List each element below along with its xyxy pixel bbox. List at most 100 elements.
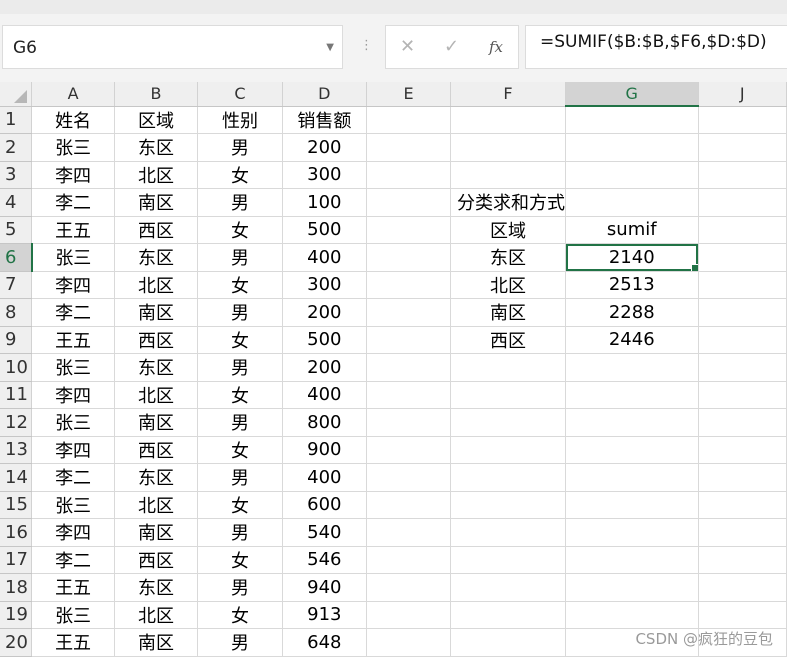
row-header[interactable]: 8 xyxy=(0,298,33,327)
cell-d8[interactable]: 200 xyxy=(282,298,368,327)
row-header[interactable]: 19 xyxy=(0,601,33,629)
cell-f4[interactable]: 分类求和方式 xyxy=(450,188,567,217)
cell-c8[interactable]: 男 xyxy=(197,298,283,327)
cell-b15[interactable]: 北区 xyxy=(114,491,199,519)
cell-c15[interactable]: 女 xyxy=(197,491,283,519)
cell-f20[interactable] xyxy=(450,628,567,657)
cell-d1[interactable]: 销售额 xyxy=(282,106,368,134)
row-header[interactable]: 18 xyxy=(0,573,33,602)
cell-j19[interactable] xyxy=(698,601,787,629)
cell-e6[interactable] xyxy=(366,243,452,272)
cell-e11[interactable] xyxy=(366,381,452,409)
cell-f8[interactable]: 南区 xyxy=(450,298,567,327)
cell-b8[interactable]: 南区 xyxy=(114,298,199,327)
cell-d3[interactable]: 300 xyxy=(282,161,368,189)
cell-g14[interactable] xyxy=(565,463,699,492)
cell-d12[interactable]: 800 xyxy=(282,408,368,437)
cell-b2[interactable]: 东区 xyxy=(114,133,199,162)
column-header-d[interactable]: D xyxy=(282,82,368,107)
cell-e12[interactable] xyxy=(366,408,452,437)
cell-a10[interactable]: 张三 xyxy=(31,353,115,382)
cell-b19[interactable]: 北区 xyxy=(114,601,199,629)
cell-j8[interactable] xyxy=(698,298,787,327)
cell-c10[interactable]: 男 xyxy=(197,353,283,382)
name-box[interactable]: G6 ▼ xyxy=(2,25,343,69)
cell-g10[interactable] xyxy=(565,353,699,382)
cell-e14[interactable] xyxy=(366,463,452,492)
cell-f11[interactable] xyxy=(450,381,567,409)
row-header[interactable]: 12 xyxy=(0,408,33,437)
cell-j1[interactable] xyxy=(698,106,787,134)
cell-g16[interactable] xyxy=(565,518,699,547)
cell-e3[interactable] xyxy=(366,161,452,189)
cell-b3[interactable]: 北区 xyxy=(114,161,199,189)
cell-g18[interactable] xyxy=(565,573,699,602)
cell-g7[interactable]: 2513 xyxy=(565,271,699,299)
cell-e4[interactable] xyxy=(366,188,452,217)
cell-c20[interactable]: 男 xyxy=(197,628,283,657)
cell-e18[interactable] xyxy=(366,573,452,602)
fill-handle[interactable] xyxy=(690,263,697,271)
cell-c12[interactable]: 男 xyxy=(197,408,283,437)
cell-c18[interactable]: 男 xyxy=(197,573,283,602)
cell-b16[interactable]: 南区 xyxy=(114,518,199,547)
column-header-b[interactable]: B xyxy=(114,82,199,107)
row-header[interactable]: 20 xyxy=(0,628,33,657)
cell-b5[interactable]: 西区 xyxy=(114,216,199,244)
check-icon[interactable]: ✓ xyxy=(444,36,459,57)
cell-c16[interactable]: 男 xyxy=(197,518,283,547)
cell-e7[interactable] xyxy=(366,271,452,299)
cell-j15[interactable] xyxy=(698,491,787,519)
cell-f17[interactable] xyxy=(450,546,567,574)
cell-c11[interactable]: 女 xyxy=(197,381,283,409)
cell-f13[interactable] xyxy=(450,436,567,464)
cell-f14[interactable] xyxy=(450,463,567,492)
row-header[interactable]: 11 xyxy=(0,381,33,409)
cell-e15[interactable] xyxy=(366,491,452,519)
cell-c4[interactable]: 男 xyxy=(197,188,283,217)
cell-j2[interactable] xyxy=(698,133,787,162)
cell-a18[interactable]: 王五 xyxy=(31,573,115,602)
cell-d2[interactable]: 200 xyxy=(282,133,368,162)
cell-e20[interactable] xyxy=(366,628,452,657)
formula-input[interactable]: =SUMIF($B:$B,$F6,$D:$D) xyxy=(525,25,787,69)
cell-b6[interactable]: 东区 xyxy=(114,243,199,272)
cell-f7[interactable]: 北区 xyxy=(450,271,567,299)
cell-e9[interactable] xyxy=(366,326,452,354)
cell-e10[interactable] xyxy=(366,353,452,382)
cell-f19[interactable] xyxy=(450,601,567,629)
cell-c5[interactable]: 女 xyxy=(197,216,283,244)
cell-g8[interactable]: 2288 xyxy=(565,298,699,327)
cell-b20[interactable]: 南区 xyxy=(114,628,199,657)
cell-d18[interactable]: 940 xyxy=(282,573,368,602)
row-header[interactable]: 14 xyxy=(0,463,33,492)
cell-a13[interactable]: 李四 xyxy=(31,436,115,464)
cell-c19[interactable]: 女 xyxy=(197,601,283,629)
column-header-f[interactable]: F xyxy=(450,82,567,107)
cell-j7[interactable] xyxy=(698,271,787,299)
cell-a11[interactable]: 李四 xyxy=(31,381,115,409)
cell-j11[interactable] xyxy=(698,381,787,409)
cell-d7[interactable]: 300 xyxy=(282,271,368,299)
cell-j10[interactable] xyxy=(698,353,787,382)
cell-j14[interactable] xyxy=(698,463,787,492)
cell-g3[interactable] xyxy=(565,161,699,189)
cell-c17[interactable]: 女 xyxy=(197,546,283,574)
cell-g12[interactable] xyxy=(565,408,699,437)
cell-c6[interactable]: 男 xyxy=(197,243,283,272)
select-all-corner[interactable] xyxy=(0,82,33,107)
cell-a4[interactable]: 李二 xyxy=(31,188,115,217)
cell-g1[interactable] xyxy=(565,106,699,134)
cell-b10[interactable]: 东区 xyxy=(114,353,199,382)
cell-d11[interactable]: 400 xyxy=(282,381,368,409)
cell-j13[interactable] xyxy=(698,436,787,464)
cell-a6[interactable]: 张三 xyxy=(31,243,115,272)
cell-a15[interactable]: 张三 xyxy=(31,491,115,519)
cancel-icon[interactable]: ✕ xyxy=(400,36,415,57)
row-header[interactable]: 3 xyxy=(0,161,33,189)
more-options-icon[interactable]: ⋮ xyxy=(360,38,373,53)
cell-e16[interactable] xyxy=(366,518,452,547)
cell-d10[interactable]: 200 xyxy=(282,353,368,382)
cell-g15[interactable] xyxy=(565,491,699,519)
cell-g2[interactable] xyxy=(565,133,699,162)
